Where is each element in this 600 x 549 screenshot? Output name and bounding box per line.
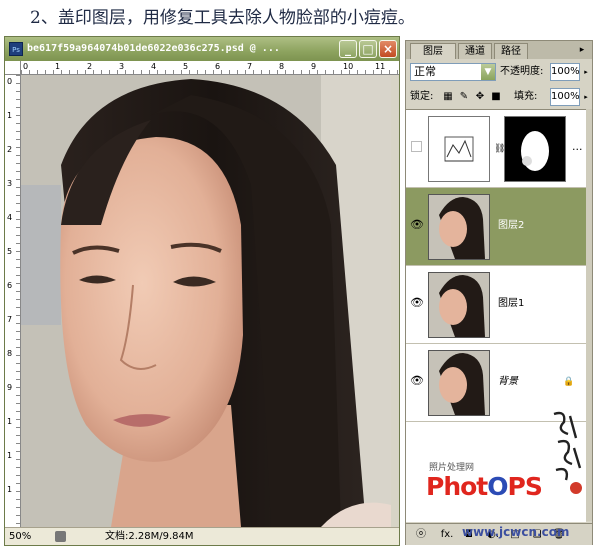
opacity-label: 不透明度: [500,66,544,77]
logo-part-blue: O [487,472,508,501]
calligraphy-signature [553,411,582,494]
opacity-field[interactable]: 100% [550,63,580,81]
ruler-tick-label: 3 [7,179,13,188]
ruler-tick-label: 8 [279,62,285,71]
lock-label: 锁定: [410,91,434,102]
lock-all-icon[interactable]: ■ [490,91,502,103]
lock-position-icon[interactable]: ✥ [474,91,486,103]
tab-layers[interactable]: 图层 [410,43,456,59]
tab-channels[interactable]: 通道 [458,43,492,59]
ruler-tick-label: 10 [343,62,354,71]
lock-transparency-icon[interactable]: ▦ [442,91,454,103]
document-window: Ps be617f59a964074b01de6022e036c275.psd … [4,36,400,546]
logo-part-red: Phot [426,472,488,501]
ruler-tick-label: 1 [55,62,61,71]
vertical-scrollbar[interactable] [391,75,399,527]
ruler-tick-label: 11 [375,62,386,71]
ruler-tick-label: 0 [23,62,29,71]
ruler-tick-label: 6 [7,281,13,290]
layer-mask-thumbnail[interactable] [504,116,566,182]
vertical-ruler[interactable]: 0 1 2 3 4 5 6 7 8 9 1 1 1 [5,75,21,527]
ruler-tick-label: 1 [7,485,13,494]
ruler-tick-label: 0 [7,77,13,86]
panel-scrollbar[interactable] [586,109,592,521]
image-canvas[interactable] [21,75,391,527]
ruler-tick-label: 7 [7,315,13,324]
ruler-tick-label: 3 [119,62,125,71]
layer-name[interactable]: 背景 [498,374,568,390]
zoom-level[interactable]: 50% [9,530,49,543]
more-indicator: ... [572,140,583,153]
layer-row-adjustment[interactable]: ⛓ ... [406,110,586,188]
layer-thumbnail[interactable] [428,350,490,416]
ruler-tick-label: 5 [183,62,189,71]
ruler-tick-label: 8 [7,349,13,358]
layer-name[interactable]: 图层2 [498,218,568,234]
link-layers-icon[interactable]: ⓞ [414,528,428,541]
watermark-logo: PhotOPS [426,472,566,502]
lock-image-icon[interactable]: ✎ [458,91,470,103]
ruler-tick-label: 9 [311,62,317,71]
logo-part-end: PS [507,472,543,501]
ruler-tick-label: 4 [151,62,157,71]
ruler-tick-label: 6 [215,62,221,71]
status-menu-icon[interactable] [55,531,66,542]
layer-style-icon[interactable]: fx. [438,528,456,541]
layer-name[interactable]: 图层1 [498,296,568,312]
eye-icon[interactable]: 👁 [410,374,424,388]
status-bar: 50% 文档:2.28M/9.84M [5,527,399,545]
watermark-url: www.jcwcn.com [462,525,570,539]
chevron-down-icon[interactable]: ▼ [481,64,495,80]
eye-icon[interactable]: 👁 [410,296,424,310]
ruler-tick-label: 2 [87,62,93,71]
lock-icon: 🔒 [563,377,575,387]
layer-thumbnail[interactable] [428,272,490,338]
maximize-button[interactable]: □ [359,40,377,58]
document-title-bar[interactable]: Ps be617f59a964074b01de6022e036c275.psd … [5,37,399,61]
document-title: be617f59a964074b01de6022e036c275.psd @ .… [27,43,280,54]
ruler-origin[interactable] [5,61,21,75]
panel-tabs: 图层 通道 路径 ▸ [406,41,592,59]
fill-slider-arrow-icon[interactable]: ▸ [582,89,590,105]
ruler-tick-label: 4 [7,213,13,222]
opacity-slider-arrow-icon[interactable]: ▸ [582,64,590,80]
layer-thumbnail[interactable] [428,194,490,260]
fill-label: 填充: [514,91,538,102]
ruler-tick-label: 9 [7,383,13,392]
link-chain-icon[interactable]: ⛓ [494,142,505,156]
close-button[interactable]: × [379,40,397,58]
layer-row-layer2[interactable]: 👁 图层2 [406,188,586,266]
document-size-info[interactable]: 文档:2.28M/9.84M [105,530,305,543]
portrait-photo [21,75,391,527]
ruler-tick-label: 1 [7,417,13,426]
blend-mode-value: 正常 [414,65,436,78]
layer-visibility-toggle[interactable] [411,141,422,152]
ruler-tick-label: 1 [7,111,13,120]
ruler-tick-label: 7 [247,62,253,71]
lock-row: 锁定: ▦ ✎ ✥ ■ 填充: 100% ▸ [410,88,590,106]
tutorial-caption: 2、盖印图层，用修复工具去除人物脸部的小痘痘。 [30,8,415,28]
photoshop-icon: Ps [9,42,23,56]
layer-row-layer1[interactable]: 👁 图层1 [406,266,586,344]
ruler-tick-label: 2 [7,145,13,154]
horizontal-ruler[interactable]: 0 1 2 3 4 5 6 7 8 9 10 11 [21,61,399,75]
ruler-tick-label: 1 [7,451,13,460]
tab-paths[interactable]: 路径 [494,43,528,59]
blend-mode-select[interactable]: 正常 ▼ [410,63,496,81]
minimize-button[interactable]: _ [339,40,357,58]
panel-menu-icon[interactable]: ▸ [576,44,588,56]
ruler-tick-label: 5 [7,247,13,256]
levels-adjustment-icon [428,116,490,182]
fill-field[interactable]: 100% [550,88,580,106]
eye-icon[interactable]: 👁 [410,218,424,232]
